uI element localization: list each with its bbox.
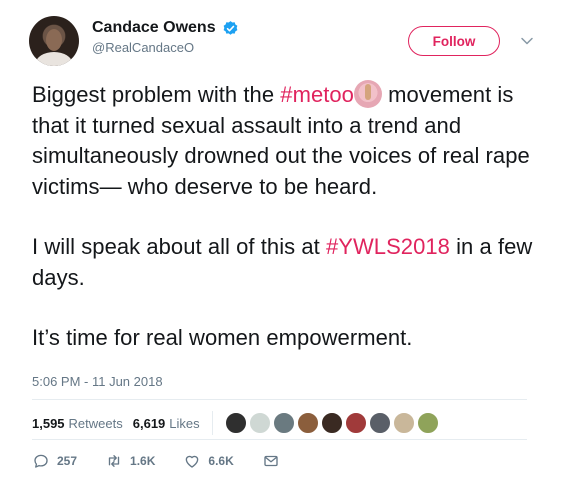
author-handle[interactable]: @RealCandaceO	[92, 40, 194, 55]
divider	[32, 439, 527, 440]
stats-divider	[211, 411, 213, 435]
liker-avatar[interactable]	[224, 412, 247, 434]
retweet-count: 1.6K	[130, 454, 156, 468]
chevron-down-icon[interactable]	[520, 34, 534, 48]
liker-avatars	[224, 412, 439, 434]
envelope-icon	[264, 455, 278, 467]
liker-avatar[interactable]	[296, 412, 319, 434]
hashtag-metoo-link[interactable]: #metoo	[280, 82, 354, 107]
divider	[32, 399, 527, 400]
raised-hand-emoji-icon	[353, 80, 382, 108]
reply-icon	[34, 454, 48, 468]
tweet-text-segment: Biggest problem with the	[32, 82, 281, 107]
author-name-row[interactable]: Candace Owens	[92, 19, 239, 37]
reply-button[interactable]: 257	[32, 452, 77, 470]
liker-avatar[interactable]	[344, 412, 367, 434]
retweets-stat-link[interactable]: 1,595 Retweets	[32, 416, 123, 431]
liker-avatar[interactable]	[416, 412, 439, 434]
liker-avatar[interactable]	[272, 412, 295, 434]
tweet-paragraph-2: I will speak about all of this at #YWLS2…	[32, 232, 542, 293]
hashtag-ywls2018-link[interactable]: #YWLS2018	[326, 234, 450, 259]
tweet-actions: 257 1.6K 6.6K	[32, 452, 308, 470]
tweet-stats: 1,595 Retweets 6,619 Likes	[32, 411, 439, 435]
likes-label: Likes	[169, 415, 200, 431]
direct-message-button[interactable]	[262, 452, 280, 470]
liker-avatar[interactable]	[320, 412, 343, 434]
like-count: 6.6K	[208, 454, 234, 468]
author-display-name[interactable]: Candace Owens	[92, 19, 216, 37]
tweet-paragraph-1: Biggest problem with the #metoo movement…	[32, 80, 542, 202]
liker-avatar[interactable]	[248, 412, 271, 434]
tweet-timestamp[interactable]: 5:06 PM - 11 Jun 2018	[32, 374, 163, 389]
tweet-paragraph-3: It’s time for real women empowerment.	[32, 325, 413, 350]
author-avatar[interactable]	[29, 16, 79, 66]
tweet-text: Biggest problem with the #metoo movement…	[32, 80, 542, 354]
liker-avatar[interactable]	[392, 412, 415, 434]
follow-button[interactable]: Follow	[408, 26, 500, 56]
retweet-icon	[108, 455, 120, 467]
tweet-text-segment: I will speak about all of this at	[32, 234, 326, 259]
liker-avatar[interactable]	[368, 412, 391, 434]
reply-count: 257	[57, 454, 78, 468]
verified-badge-icon	[223, 20, 237, 35]
retweets-count: 1,595	[32, 415, 65, 431]
likes-count: 6,619	[132, 415, 166, 431]
like-button[interactable]: 6.6K	[183, 452, 234, 470]
heart-icon	[186, 455, 199, 468]
retweets-label: Retweets	[68, 415, 123, 431]
retweet-button[interactable]: 1.6K	[105, 452, 155, 470]
likes-stat-link[interactable]: 6,619 Likes	[133, 416, 200, 431]
